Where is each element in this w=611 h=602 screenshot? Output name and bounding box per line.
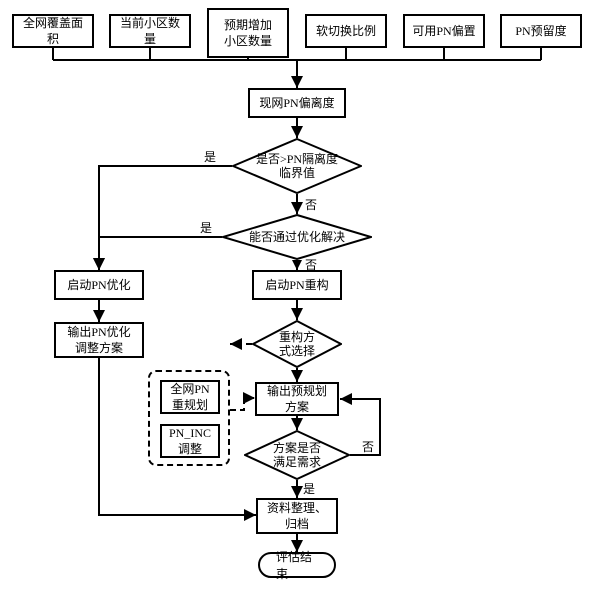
label: 是否>PN隔离度 临界值 <box>256 152 338 181</box>
node-full-replan: 全网PN 重规划 <box>160 380 220 414</box>
decision-optimize: 能否通过优化解决 <box>222 214 372 260</box>
decision-threshold: 是否>PN隔离度 临界值 <box>232 138 362 194</box>
edge-yes-1: 是 <box>204 148 216 165</box>
label: 重构方 式选择 <box>279 330 315 359</box>
node-archive: 资料整理、 归档 <box>256 498 338 534</box>
input-expected-cells: 预期增加 小区数量 <box>207 8 289 58</box>
label: 预期增加 小区数量 <box>224 17 272 49</box>
label: 启动PN重构 <box>265 277 328 293</box>
label: 全网PN 重规划 <box>170 381 209 413</box>
node-start-rebuild: 启动PN重构 <box>252 270 342 300</box>
terminator-result: 评估结束 <box>258 552 336 578</box>
label: 全网覆盖面积 <box>18 15 88 47</box>
label: 方案是否 满足需求 <box>273 441 321 470</box>
label: PN_INC 调整 <box>169 425 211 457</box>
label: 启动PN优化 <box>67 277 130 293</box>
group-reconstruct-options: 全网PN 重规划 PN_INC 调整 <box>148 370 230 466</box>
label: 评估结束 <box>276 548 318 582</box>
input-pn-reserve: PN预留度 <box>500 14 582 48</box>
input-available-pn: 可用PN偏置 <box>403 14 485 48</box>
node-output-preplan: 输出预规划 方案 <box>255 382 339 416</box>
label: 当前小区数量 <box>115 15 185 47</box>
flowchart-canvas: 全网覆盖面积 当前小区数量 预期增加 小区数量 软切换比例 可用PN偏置 PN预… <box>0 0 611 602</box>
label: 软切换比例 <box>316 23 376 39</box>
input-soft-handoff: 软切换比例 <box>305 14 387 48</box>
label: 现网PN偏离度 <box>259 95 334 111</box>
edge-yes-2: 是 <box>200 219 212 236</box>
node-pn-inc: PN_INC 调整 <box>160 424 220 458</box>
edge-no-3: 否 <box>362 438 374 455</box>
label: 可用PN偏置 <box>412 23 475 39</box>
label: 资料整理、 归档 <box>267 500 327 532</box>
decision-meets-need: 方案是否 满足需求 <box>244 430 350 480</box>
input-current-cells: 当前小区数量 <box>109 14 191 48</box>
label: 能否通过优化解决 <box>249 230 345 244</box>
node-start-optimize: 启动PN优化 <box>54 270 144 300</box>
decision-select-method: 重构方 式选择 <box>252 320 342 368</box>
label: 输出预规划 方案 <box>267 383 327 415</box>
input-coverage-area: 全网覆盖面积 <box>12 14 94 48</box>
label: 输出PN优化 调整方案 <box>67 324 130 356</box>
edge-no-1: 否 <box>305 196 317 213</box>
edge-yes-3: 是 <box>303 480 315 497</box>
node-output-optimize: 输出PN优化 调整方案 <box>54 322 144 358</box>
label: PN预留度 <box>515 23 566 39</box>
node-current-pn-offset: 现网PN偏离度 <box>248 88 346 118</box>
